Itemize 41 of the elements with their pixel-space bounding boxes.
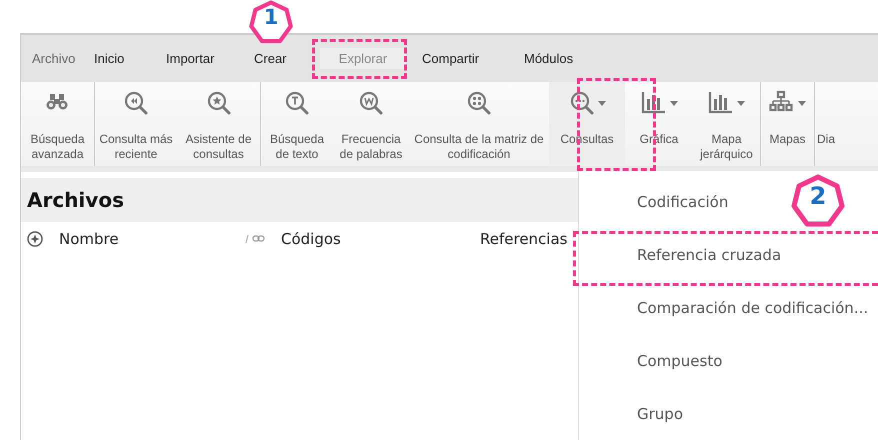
menu-tab[interactable]: Inicio — [94, 48, 166, 69]
menu-item[interactable]: Grupo — [637, 404, 683, 424]
step-number: 1 — [262, 5, 280, 29]
text-search-icon — [284, 90, 310, 116]
caret-icon — [798, 100, 806, 106]
column-header[interactable]: Códigos — [281, 230, 480, 248]
add-icon[interactable] — [27, 231, 43, 247]
ribbon-button[interactable]: Consulta más reciente — [95, 82, 177, 166]
menu-item[interactable]: Compuesto — [637, 351, 722, 371]
star-search-icon — [206, 90, 232, 116]
ribbon-button[interactable]: Frecuencia de palabras — [333, 82, 409, 166]
caret-icon — [737, 100, 745, 106]
ribbon-button[interactable]: Dia — [815, 82, 855, 166]
ribbon-button[interactable]: Búsqueda avanzada — [21, 82, 95, 166]
rewind-search-icon — [123, 90, 149, 116]
word-search-icon — [358, 90, 384, 116]
panel-title: Archivos — [27, 188, 124, 212]
step-number: 2 — [808, 182, 828, 210]
dots-search-icon — [568, 90, 594, 116]
ribbon-button[interactable]: Búsqueda de texto — [261, 82, 333, 166]
ribbon-button[interactable]: Mapas — [761, 82, 815, 166]
bar-chart-icon — [708, 90, 734, 116]
link-icon — [245, 234, 267, 244]
menu-item[interactable]: Comparación de codificación... — [637, 298, 868, 318]
column-header[interactable]: Referencias — [480, 230, 568, 248]
caret-icon — [670, 100, 678, 106]
menu-tab[interactable]: Importar — [166, 48, 254, 69]
grid-search-icon — [466, 90, 492, 116]
ribbon-button[interactable]: Consulta de la matriz de codificación — [409, 82, 549, 166]
ribbon-button[interactable]: Consultas — [549, 82, 625, 166]
caret-icon — [598, 100, 606, 106]
menu-tab[interactable]: Crear — [254, 48, 300, 69]
ribbon-button[interactable]: Mapa jerárquico — [693, 82, 761, 166]
menu-tab[interactable]: Módulos — [524, 48, 604, 69]
column-header[interactable]: Nombre — [59, 230, 245, 248]
bar-chart-icon — [640, 90, 666, 116]
menu-tab[interactable]: Compartir — [422, 48, 524, 69]
ribbon-button[interactable]: Asistente de consultas — [177, 82, 261, 166]
menu-tab[interactable]: Archivo — [24, 48, 94, 69]
menu-item[interactable]: Codificación — [637, 192, 728, 212]
menu-item[interactable]: Referencia cruzada — [637, 245, 782, 265]
